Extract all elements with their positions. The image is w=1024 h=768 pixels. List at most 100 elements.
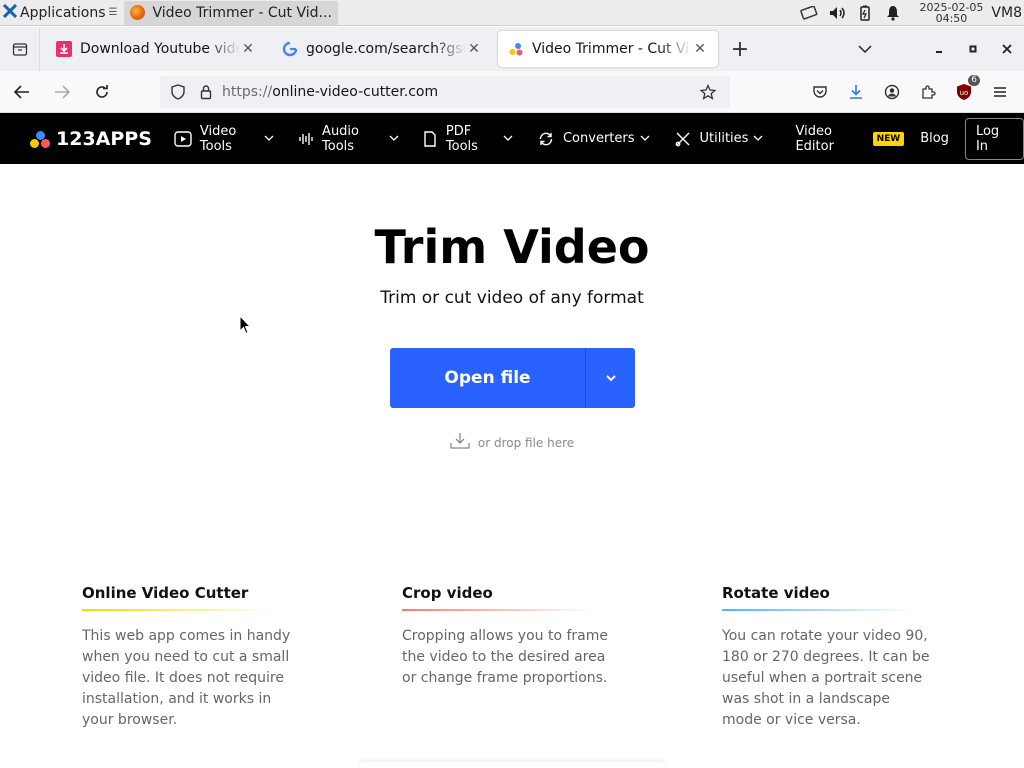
applications-label: Applications bbox=[20, 4, 106, 21]
firefox-icon bbox=[129, 5, 145, 20]
extensions-puzzle-icon[interactable] bbox=[910, 77, 946, 107]
blog-link[interactable]: Blog bbox=[920, 131, 949, 146]
waveform-icon bbox=[298, 130, 314, 148]
account-icon[interactable] bbox=[874, 77, 910, 107]
tab-close-icon[interactable]: ✕ bbox=[466, 41, 482, 57]
ublock-origin-icon[interactable]: uo 6 bbox=[946, 74, 982, 107]
play-icon bbox=[174, 130, 192, 148]
notification-bell-icon[interactable] bbox=[884, 4, 902, 22]
chevron-down-icon bbox=[264, 133, 274, 144]
taskbar-window-button[interactable]: Video Trimmer - Cut Vid... bbox=[123, 0, 338, 25]
menu-pdf-tools[interactable]: PDF Tools bbox=[423, 124, 513, 154]
firefox-view-button[interactable] bbox=[0, 27, 40, 71]
back-arrow-icon bbox=[14, 84, 29, 99]
extension-count-badge: 6 bbox=[968, 74, 980, 86]
feature-text: This web app comes in handy when you nee… bbox=[82, 628, 291, 728]
site-header: 123APPS Video Tools Audio Tools PDF Tool… bbox=[0, 113, 1024, 164]
pocket-icon[interactable] bbox=[802, 77, 838, 107]
minimize-window-icon[interactable] bbox=[922, 34, 956, 64]
clock-time: 04:50 bbox=[935, 11, 968, 25]
tab-download-youtube[interactable]: Download Youtube videos ✕ bbox=[46, 31, 266, 67]
tab-title: Video Trimmer - Cut Video bbox=[532, 41, 692, 57]
convert-icon bbox=[537, 130, 555, 148]
forward-button[interactable] bbox=[44, 76, 80, 108]
menu-label: Video Tools bbox=[199, 123, 237, 154]
url-host: online-video-cutter.com bbox=[272, 83, 439, 100]
chevron-down-icon bbox=[605, 375, 616, 382]
menu-label: Audio Tools bbox=[322, 123, 359, 154]
login-button[interactable]: Log In bbox=[964, 117, 1024, 160]
volume-icon[interactable] bbox=[828, 4, 846, 22]
vm-label: VM8 bbox=[991, 4, 1022, 21]
main-content: Trim Video Trim or cut video of any form… bbox=[0, 164, 1024, 768]
open-file-button-group: Open file bbox=[390, 348, 635, 408]
network-icon[interactable] bbox=[800, 4, 818, 22]
back-button[interactable] bbox=[4, 76, 40, 108]
feature-rotate-video: Rotate video You can rotate your video 9… bbox=[722, 584, 1024, 731]
chevron-down-icon bbox=[640, 133, 650, 144]
tracking-protection-shield-icon[interactable] bbox=[166, 80, 190, 104]
hamburger-menu-icon[interactable] bbox=[982, 77, 1018, 107]
menu-label: Converters bbox=[562, 131, 635, 146]
browser-nav-bar: https://online-video-cutter.com uo 6 bbox=[0, 71, 1024, 113]
lock-icon[interactable] bbox=[194, 80, 218, 104]
feature-crop-video: Crop video Cropping allows you to frame … bbox=[402, 584, 722, 731]
clock[interactable]: 2025-02-05 04:50 bbox=[919, 2, 983, 24]
list-all-tabs-icon[interactable] bbox=[848, 34, 882, 64]
menu-video-tools[interactable]: Video Tools bbox=[174, 124, 274, 154]
svg-text:uo: uo bbox=[960, 89, 969, 97]
open-file-button[interactable]: Open file bbox=[390, 348, 585, 408]
bookmark-star-icon[interactable] bbox=[696, 80, 720, 104]
menu-label: PDF Tools bbox=[445, 123, 478, 154]
feature-online-video-cutter: Online Video Cutter This web app comes i… bbox=[82, 584, 402, 731]
feature-title: Online Video Cutter bbox=[82, 584, 282, 611]
logo-dots-icon bbox=[30, 129, 50, 149]
clock-date: 2025-02-05 bbox=[919, 0, 984, 14]
chevron-down-icon bbox=[389, 133, 399, 144]
drop-zone-hint[interactable]: or drop file here bbox=[0, 432, 1024, 453]
menu-converters[interactable]: Converters bbox=[537, 130, 650, 148]
maximize-window-icon[interactable] bbox=[956, 34, 990, 64]
bottom-card-edge bbox=[360, 762, 665, 768]
applications-menu[interactable]: Applications ☰ bbox=[0, 0, 118, 26]
download-favicon-icon bbox=[56, 41, 72, 57]
video-editor-label: Video Editor bbox=[795, 123, 834, 154]
123apps-favicon-icon bbox=[508, 41, 524, 57]
tab-close-icon[interactable]: ✕ bbox=[692, 41, 708, 57]
url-protocol: https:// bbox=[222, 83, 273, 100]
features-section: Online Video Cutter This web app comes i… bbox=[82, 584, 1024, 731]
feature-title: Crop video bbox=[402, 584, 602, 611]
tab-google-search[interactable]: google.com/search?gsessionid ✕ bbox=[272, 31, 492, 67]
drop-hint-text: or drop file here bbox=[477, 435, 575, 450]
page-title: Trim Video bbox=[374, 220, 650, 274]
menu-separator-icon: ☰ bbox=[108, 7, 118, 18]
reload-button[interactable] bbox=[84, 76, 120, 108]
document-icon bbox=[423, 130, 438, 148]
new-badge: NEW bbox=[872, 131, 905, 146]
tab-close-icon[interactable]: ✕ bbox=[240, 41, 256, 57]
tab-video-trimmer[interactable]: Video Trimmer - Cut Video ✕ bbox=[498, 31, 718, 67]
close-window-icon[interactable] bbox=[990, 34, 1024, 64]
page-subtitle: Trim or cut video of any format bbox=[380, 288, 644, 308]
downloads-icon[interactable] bbox=[838, 77, 874, 107]
xfce-icon bbox=[2, 3, 18, 22]
menu-utilities[interactable]: Utilities bbox=[674, 130, 764, 148]
mouse-cursor-icon bbox=[239, 314, 252, 339]
feature-title: Rotate video bbox=[722, 584, 922, 611]
123apps-logo[interactable]: 123APPS bbox=[30, 128, 152, 150]
url-bar[interactable]: https://online-video-cutter.com bbox=[160, 75, 730, 108]
feature-text: Cropping allows you to frame the video t… bbox=[402, 628, 608, 686]
tab-title: google.com/search?gsessionid bbox=[306, 41, 466, 57]
new-tab-button[interactable]: + bbox=[724, 33, 756, 65]
menu-label: Utilities bbox=[699, 131, 749, 146]
menu-audio-tools[interactable]: Audio Tools bbox=[298, 124, 399, 154]
taskbar-window-title: Video Trimmer - Cut Vid... bbox=[152, 4, 332, 21]
tools-icon bbox=[674, 130, 692, 148]
site-menu: Video Tools Audio Tools PDF Tools Conver… bbox=[174, 124, 788, 154]
browser-tab-bar: Download Youtube videos ✕ google.com/sea… bbox=[0, 27, 1024, 71]
battery-icon[interactable] bbox=[856, 4, 874, 22]
logo-text: 123APPS bbox=[56, 127, 152, 150]
video-editor-link[interactable]: Video Editor NEW bbox=[795, 123, 905, 154]
open-file-options-button[interactable] bbox=[585, 348, 635, 408]
chevron-down-icon bbox=[753, 133, 763, 144]
